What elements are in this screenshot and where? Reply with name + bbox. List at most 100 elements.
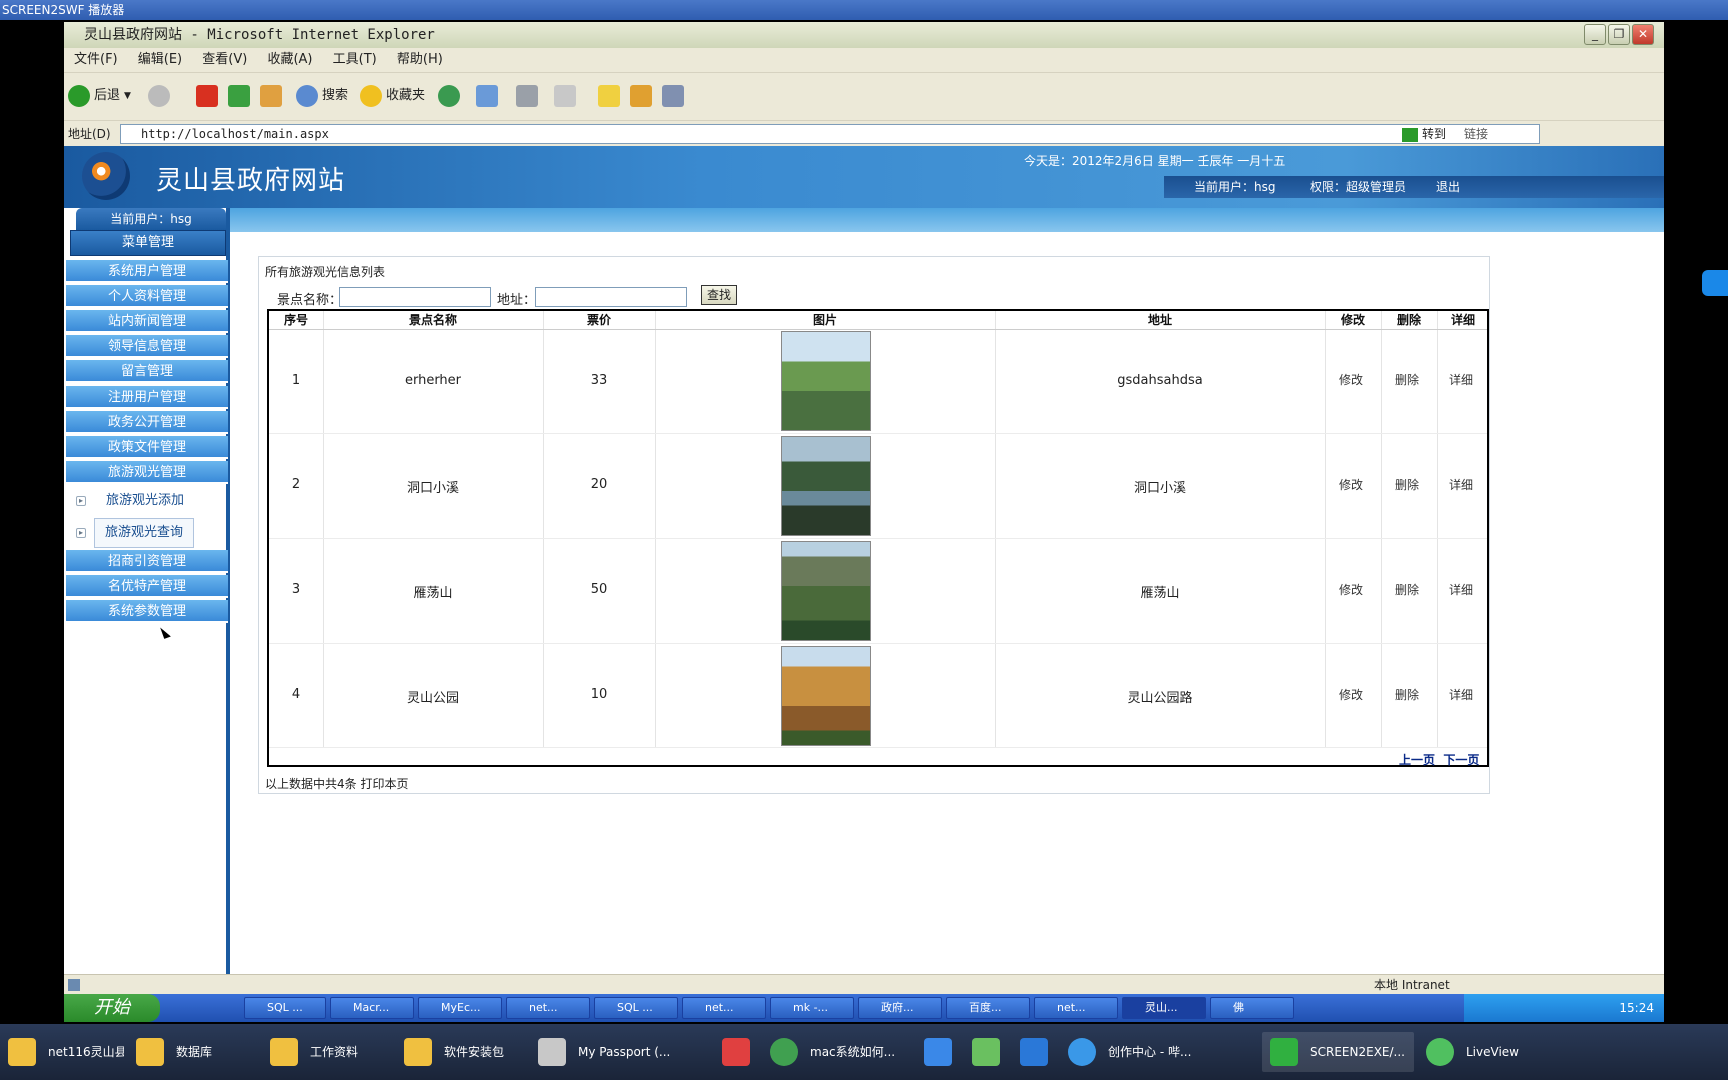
sidebar-item-tourism[interactable]: 旅游观光管理: [66, 461, 228, 484]
detail-link[interactable]: 详细: [1449, 686, 1473, 703]
delete-link[interactable]: 删除: [1395, 371, 1419, 388]
menu-file[interactable]: 文件(F): [74, 48, 118, 72]
print-button[interactable]: [516, 81, 538, 111]
host-task-software[interactable]: 软件安装包: [396, 1032, 526, 1072]
xp-task-sql2[interactable]: SQL ...: [594, 997, 678, 1019]
search-name-input[interactable]: [339, 287, 491, 307]
xp-task-net3[interactable]: net...: [1034, 997, 1118, 1019]
host-taskbar: net116灵山县... 数据库 工作资料 软件安装包 My Passport …: [0, 1024, 1728, 1080]
host-task-chrome[interactable]: mac系统如何...: [762, 1032, 912, 1072]
xp-task-mk[interactable]: mk -...: [770, 997, 854, 1019]
prev-page-link[interactable]: 上一页: [1399, 753, 1435, 767]
thumbnail-bridge[interactable]: [781, 331, 871, 431]
menu-header[interactable]: 菜单管理: [70, 230, 226, 256]
refresh-button[interactable]: [228, 81, 250, 111]
xp-task-lingshan[interactable]: 灵山...: [1122, 997, 1206, 1019]
refresh-icon: [228, 85, 250, 107]
sidebar-item-investment[interactable]: 招商引资管理: [66, 550, 228, 573]
forward-button[interactable]: [148, 81, 170, 111]
host-task-bilibili[interactable]: 创作中心 - 哔...: [1060, 1032, 1240, 1072]
window-title: 灵山县政府网站 - Microsoft Internet Explorer: [64, 22, 1664, 48]
messenger-button[interactable]: [662, 81, 684, 111]
menu-view[interactable]: 查看(V): [202, 48, 247, 72]
discuss-button[interactable]: [598, 81, 620, 111]
delete-link[interactable]: 删除: [1395, 581, 1419, 598]
host-task-notepad[interactable]: [964, 1032, 1008, 1072]
thumbnail-pagoda[interactable]: [781, 646, 871, 746]
favorites-button[interactable]: 收藏夹: [360, 81, 425, 111]
sidebar-item-policy-docs[interactable]: 政策文件管理: [66, 436, 228, 459]
xp-task-sql1[interactable]: SQL ...: [244, 997, 326, 1019]
research-button[interactable]: [630, 81, 652, 111]
xp-task-macr[interactable]: Macr...: [330, 997, 414, 1019]
host-task-work[interactable]: 工作资料: [262, 1032, 392, 1072]
menu-tools[interactable]: 工具(T): [333, 48, 377, 72]
sidebar-item-system-users[interactable]: 系统用户管理: [66, 260, 228, 283]
host-task-liveview[interactable]: LiveView: [1418, 1032, 1548, 1072]
edit-link[interactable]: 修改: [1339, 476, 1363, 493]
go-button[interactable]: 转到: [1402, 121, 1446, 147]
record-count-text: 以上数据中共4条 打印本页: [265, 777, 409, 791]
col-header-id: 序号: [283, 313, 308, 327]
sidebar-item-system-params[interactable]: 系统参数管理: [66, 600, 228, 623]
menu-favorites[interactable]: 收藏(A): [267, 48, 312, 72]
sidebar-item-gov-affairs[interactable]: 政务公开管理: [66, 411, 228, 434]
sidebar-item-leaders[interactable]: 领导信息管理: [66, 335, 228, 358]
search-submit-button[interactable]: 查找: [701, 285, 737, 305]
floating-share-icon[interactable]: [1702, 270, 1728, 296]
thumbnail-creek[interactable]: [781, 436, 871, 536]
links-button[interactable]: 链接: [1464, 121, 1488, 147]
sidebar-subitem-tourism-query[interactable]: ▸ 旅游观光查询: [66, 518, 228, 548]
start-button[interactable]: 开始: [64, 994, 160, 1022]
search-addr-input[interactable]: [535, 287, 687, 307]
xp-task-net1[interactable]: net...: [506, 997, 590, 1019]
host-task-database[interactable]: 数据库: [128, 1032, 258, 1072]
minimize-button[interactable]: _: [1584, 24, 1606, 45]
xp-task-fo[interactable]: 佛: [1210, 997, 1294, 1019]
sidebar-item-specialties[interactable]: 名优特产管理: [66, 575, 228, 598]
xp-task-gov[interactable]: 政府...: [858, 997, 942, 1019]
edit-link[interactable]: 修改: [1339, 581, 1363, 598]
edit-link[interactable]: 修改: [1339, 686, 1363, 703]
xp-task-baidu[interactable]: 百度...: [946, 997, 1030, 1019]
history-button[interactable]: [438, 81, 460, 111]
address-input[interactable]: http://localhost/main.aspx: [120, 124, 1540, 144]
xp-task-myec[interactable]: MyEc...: [418, 997, 502, 1019]
host-task-baidu-netdisk[interactable]: [916, 1032, 960, 1072]
delete-link[interactable]: 删除: [1395, 686, 1419, 703]
edit-link[interactable]: 修改: [1339, 371, 1363, 388]
home-button[interactable]: [260, 81, 282, 111]
close-button[interactable]: ✕: [1632, 24, 1654, 45]
detail-link[interactable]: 详细: [1449, 476, 1473, 493]
host-task-net116[interactable]: net116灵山县...: [0, 1032, 124, 1072]
sidebar-subitem-tourism-add[interactable]: ▸ 旅游观光添加: [66, 486, 228, 516]
sidebar-item-profile[interactable]: 个人资料管理: [66, 285, 228, 308]
search-button[interactable]: 搜索: [296, 81, 348, 111]
sidebar-item-news[interactable]: 站内新闻管理: [66, 310, 228, 333]
back-button[interactable]: 后退 ▼: [68, 81, 131, 111]
menu-edit[interactable]: 编辑(E): [138, 48, 182, 72]
next-page-link[interactable]: 下一页: [1443, 753, 1479, 767]
sidebar-item-registered-users[interactable]: 注册用户管理: [66, 386, 228, 409]
edit-button[interactable]: [554, 81, 576, 111]
status-bar: 本地 Intranet: [64, 974, 1664, 994]
mail-button[interactable]: [476, 81, 498, 111]
host-task-screen2exe[interactable]: SCREEN2EXE/...: [1262, 1032, 1414, 1072]
menu-help[interactable]: 帮助(H): [397, 48, 443, 72]
thumbnail-mountain[interactable]: [781, 541, 871, 641]
xp-task-net2[interactable]: net...: [682, 997, 766, 1019]
xp-taskbar: 开始 SQL ... Macr... MyEc... net... SQL ..…: [64, 994, 1664, 1022]
detail-link[interactable]: 详细: [1449, 371, 1473, 388]
stop-button[interactable]: [196, 81, 218, 111]
delete-link[interactable]: 删除: [1395, 476, 1419, 493]
host-task-passport[interactable]: My Passport (...: [530, 1032, 710, 1072]
logout-link[interactable]: 退出: [1436, 176, 1460, 198]
maximize-button[interactable]: ❐: [1608, 24, 1630, 45]
cell-price: 10: [590, 687, 608, 702]
pager: 上一页 下一页: [1399, 751, 1479, 768]
detail-link[interactable]: 详细: [1449, 581, 1473, 598]
host-task-files[interactable]: [1012, 1032, 1056, 1072]
sidebar-item-messages[interactable]: 留言管理: [66, 360, 228, 383]
messenger-icon: [662, 85, 684, 107]
host-task-app[interactable]: [714, 1032, 758, 1072]
